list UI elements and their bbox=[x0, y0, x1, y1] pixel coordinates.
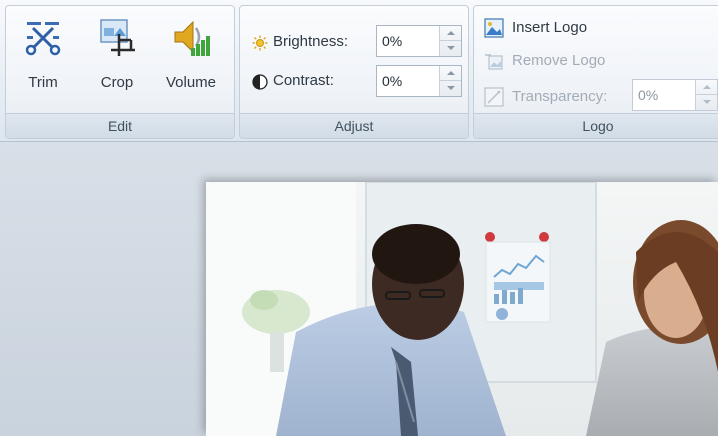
transparency-icon bbox=[484, 87, 504, 107]
adjust-group: Brightness: 0% Contrast: 0% Adjust bbox=[239, 5, 469, 139]
transparency-spin-buttons bbox=[695, 80, 717, 110]
volume-button[interactable]: Volume bbox=[158, 12, 224, 98]
video-frame-image bbox=[206, 182, 718, 436]
sun-icon bbox=[252, 35, 268, 51]
contrast-value[interactable]: 0% bbox=[382, 73, 402, 89]
remove-logo-label: Remove Logo bbox=[512, 52, 606, 69]
video-editor-window: Trim Crop Volume Edit Brightness: 0% Con… bbox=[0, 0, 718, 436]
brightness-spinner[interactable]: 0% bbox=[376, 25, 462, 57]
contrast-label: Contrast: bbox=[273, 72, 334, 89]
arrow-down-icon bbox=[447, 86, 455, 90]
brightness-spin-buttons bbox=[439, 26, 461, 56]
edit-group-label: Edit bbox=[6, 113, 234, 138]
transparency-up-button[interactable] bbox=[696, 80, 717, 95]
arrow-up-icon bbox=[703, 85, 711, 89]
edit-group: Trim Crop Volume Edit bbox=[5, 5, 235, 139]
brightness-down-button[interactable] bbox=[440, 41, 461, 56]
logo-group: Insert Logo Remove Logo Transparency: 0%… bbox=[473, 5, 718, 139]
volume-icon bbox=[169, 16, 213, 60]
transparency-spinner[interactable]: 0% bbox=[632, 79, 718, 111]
transparency-down-button[interactable] bbox=[696, 95, 717, 110]
video-preview[interactable] bbox=[206, 182, 718, 436]
transparency-label: Transparency: bbox=[512, 88, 608, 105]
remove-logo-icon bbox=[484, 51, 504, 71]
crop-button[interactable]: Crop bbox=[84, 12, 150, 98]
contrast-spin-buttons bbox=[439, 66, 461, 96]
arrow-down-icon bbox=[703, 100, 711, 104]
insert-logo-label: Insert Logo bbox=[512, 19, 588, 36]
contrast-down-button[interactable] bbox=[440, 81, 461, 96]
insert-logo-icon bbox=[484, 18, 504, 38]
brightness-label: Brightness: bbox=[273, 33, 349, 50]
logo-group-label: Logo bbox=[474, 113, 718, 138]
contrast-up-button[interactable] bbox=[440, 66, 461, 81]
arrow-up-icon bbox=[447, 31, 455, 35]
trim-label: Trim bbox=[28, 74, 58, 91]
arrow-down-icon bbox=[447, 46, 455, 50]
trim-button[interactable]: Trim bbox=[10, 12, 76, 98]
crop-icon bbox=[95, 16, 139, 60]
transparency-value[interactable]: 0% bbox=[638, 87, 658, 103]
adjust-group-label: Adjust bbox=[240, 113, 468, 138]
contrast-icon bbox=[252, 74, 268, 90]
scissors-icon bbox=[21, 16, 65, 60]
brightness-value[interactable]: 0% bbox=[382, 33, 402, 49]
crop-label: Crop bbox=[100, 74, 134, 91]
brightness-up-button[interactable] bbox=[440, 26, 461, 41]
ribbon-toolbar: Trim Crop Volume Edit Brightness: 0% Con… bbox=[0, 0, 718, 142]
arrow-up-icon bbox=[447, 71, 455, 75]
volume-label: Volume bbox=[165, 74, 217, 91]
contrast-spinner[interactable]: 0% bbox=[376, 65, 462, 97]
